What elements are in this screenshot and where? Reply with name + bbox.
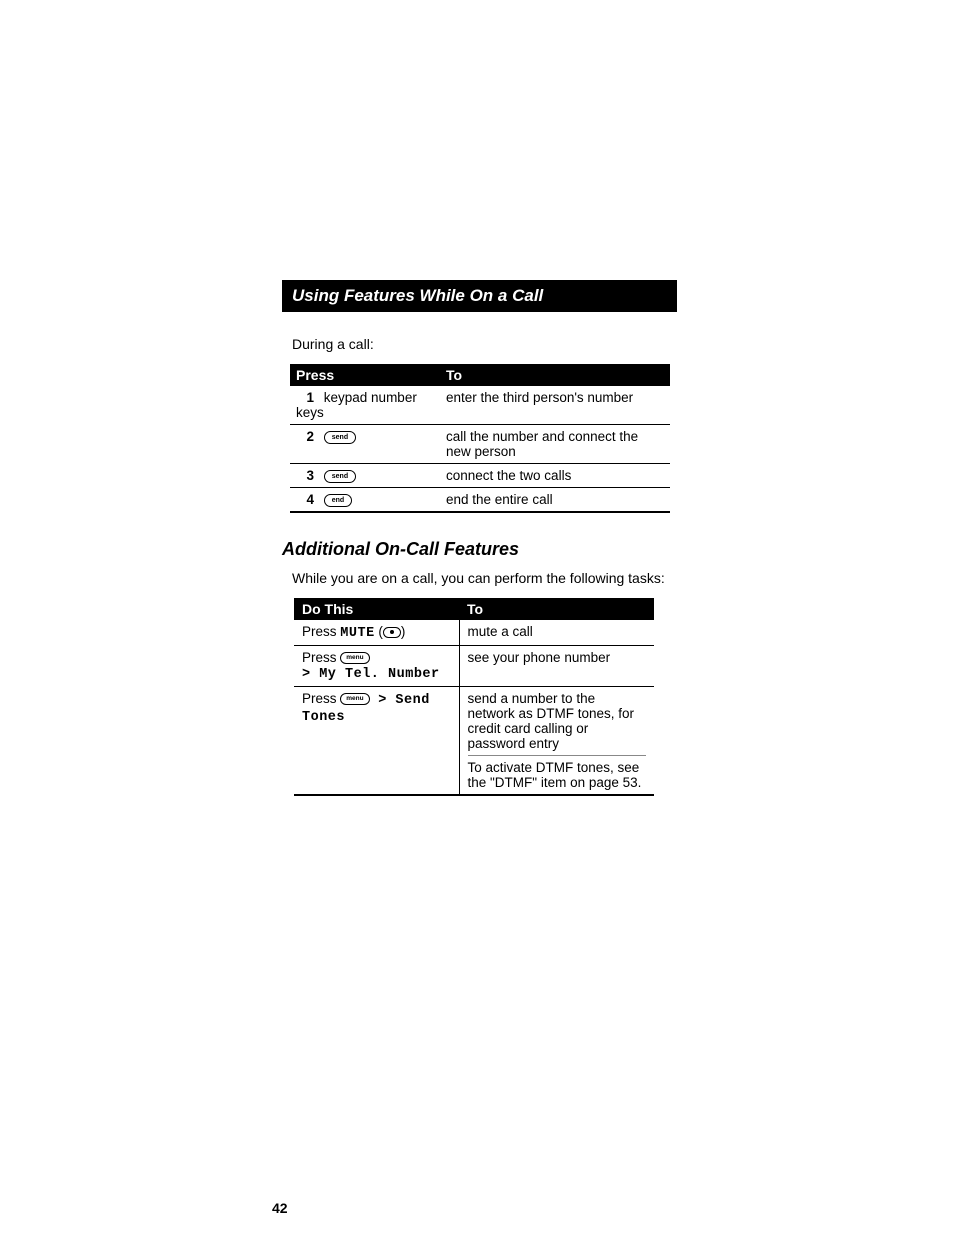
mute-label: MUTE [340,626,374,641]
step-number: 3 [296,468,314,483]
chapter-title: Using Features While On a Call [282,280,677,312]
page-number: 42 [272,1200,288,1216]
press-prefix: Press [302,650,340,665]
center-dot-key-icon [383,627,401,638]
to-text: see your phone number [459,646,654,687]
dothis-to-table: Do This To Press MUTE () mute a call Pre… [294,598,654,796]
to-text: call the number and connect the new pers… [440,425,670,464]
col-header-press: Press [290,364,440,386]
intro-text: During a call: [292,336,677,352]
table-row: 2 send call the number and connect the n… [290,425,670,464]
body-text: While you are on a call, you can perform… [292,570,677,586]
table-row: Press menu > My Tel. Number see your pho… [294,646,654,687]
send-key-icon: send [324,470,356,483]
table-row: Press menu > Send Tones send a number to… [294,687,654,796]
press-text: keypad number keys [296,390,417,420]
to-text: end the entire call [440,488,670,513]
step-number: 1 [296,390,314,405]
to-text: connect the two calls [440,464,670,488]
section-heading: Additional On-Call Features [282,539,677,560]
step-number: 2 [296,429,314,444]
to-text-note: To activate DTMF tones, see the "DTMF" i… [468,755,647,790]
send-key-icon: send [324,431,356,444]
paren-close: ) [401,624,406,639]
table-row: Press MUTE () mute a call [294,620,654,646]
table-row: 3 send connect the two calls [290,464,670,488]
press-to-table: Press To 1 keypad number keys enter the … [290,364,670,513]
press-prefix: Press [302,624,340,639]
menu-path: > My Tel. Number [302,667,440,682]
table-row: 4 end end the entire call [290,488,670,513]
press-prefix: Press [302,691,340,706]
table-row: 1 keypad number keys enter the third per… [290,386,670,425]
end-key-icon: end [324,494,352,507]
page-content: Using Features While On a Call During a … [282,280,677,796]
paren-open: ( [375,624,383,639]
to-text: mute a call [459,620,654,646]
to-text: enter the third person's number [440,386,670,425]
col-header-dothis: Do This [294,598,459,620]
col-header-to: To [440,364,670,386]
menu-key-icon: menu [340,652,369,664]
col-header-to: To [459,598,654,620]
menu-key-icon: menu [340,693,369,705]
to-text: send a number to the network as DTMF ton… [468,691,647,751]
step-number: 4 [296,492,314,507]
